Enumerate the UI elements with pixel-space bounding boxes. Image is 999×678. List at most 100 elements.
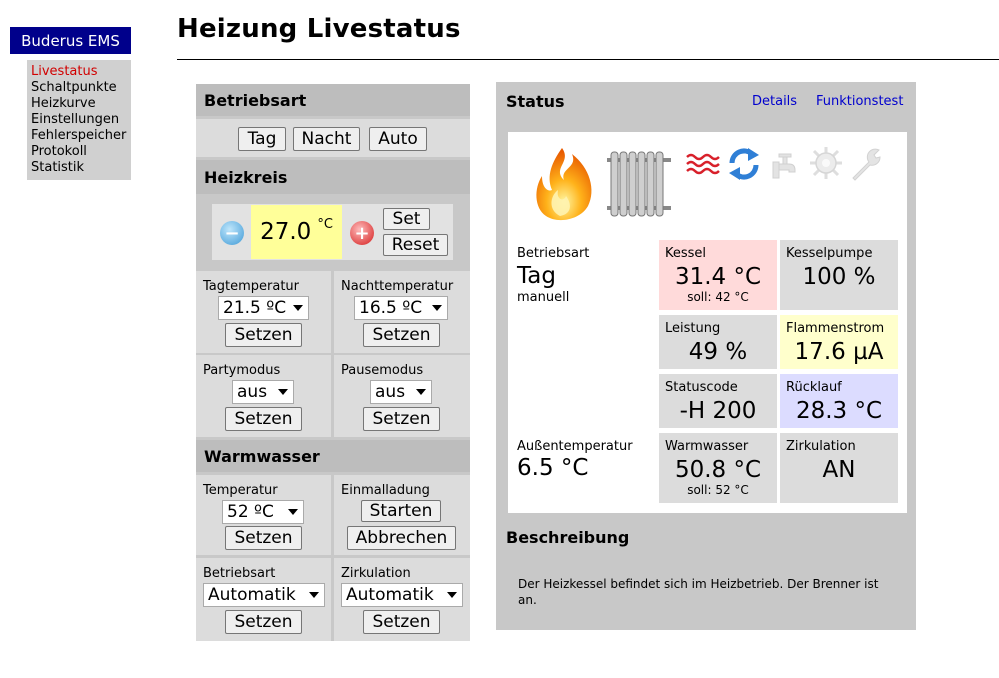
pausemodus-value: aus <box>375 382 406 402</box>
status-betriebsart-label: Betriebsart <box>517 246 590 261</box>
ww-betriebsart-select[interactable]: Automatik <box>203 583 325 607</box>
betriebsart-cell: Tag Nacht Auto <box>196 119 470 157</box>
chevron-down-icon <box>278 389 288 395</box>
nav-item-statistik[interactable]: Statistik <box>31 160 131 176</box>
nachttemperatur-setzen-button[interactable]: Setzen <box>363 323 440 347</box>
ww-temperatur-label: Temperatur <box>203 483 278 498</box>
kesselpumpe-box: Kesselpumpe 100 % <box>780 240 898 310</box>
kessel-value: 31.4 °C <box>674 264 762 290</box>
zirkulation-status-label: Zirkulation <box>786 439 856 454</box>
page-title: Heizung Livestatus <box>177 14 461 44</box>
tagtemperatur-select[interactable]: 21.5 ºC <box>218 296 309 320</box>
flammenstrom-value: 17.6 µA <box>794 339 884 365</box>
wrench-icon <box>852 148 881 181</box>
aussentemperatur-value: 6.5 °C <box>517 455 589 481</box>
ww-betriebsart-cell: Betriebsart Automatik Setzen <box>196 558 331 641</box>
tag-button[interactable]: Tag <box>238 127 286 151</box>
pausemodus-select[interactable]: aus <box>370 380 432 404</box>
warmwasser-soll: soll: 52 °C <box>687 483 749 497</box>
leistung-value: 49 % <box>688 339 748 365</box>
kessel-soll: soll: 42 °C <box>687 290 749 304</box>
ww-temperatur-cell: Temperatur 52 ºC Setzen <box>196 475 331 555</box>
details-link[interactable]: Details <box>752 94 797 109</box>
status-betriebsart-value: Tag <box>517 263 556 289</box>
sidebar-nav: Livestatus Schaltpunkte Heizkurve Einste… <box>27 60 131 180</box>
pausemodus-label: Pausemodus <box>341 363 424 378</box>
brand-logo[interactable]: Buderus EMS <box>10 27 131 54</box>
ruecklauf-label: Rücklauf <box>786 380 842 395</box>
flammenstrom-label: Flammenstrom <box>786 321 885 336</box>
nacht-button[interactable]: Nacht <box>293 127 360 151</box>
partymodus-setzen-button[interactable]: Setzen <box>225 407 302 431</box>
flame-icon <box>536 148 592 221</box>
warmwasser-box: Warmwasser 50.8 °C soll: 52 °C <box>659 433 777 503</box>
minus-icon[interactable]: − <box>220 221 244 245</box>
tagtemperatur-value: 21.5 ºC <box>223 298 287 318</box>
radiator-icon <box>607 151 671 217</box>
leistung-box: Leistung 49 % <box>659 315 777 369</box>
partymodus-value: aus <box>237 382 268 402</box>
flammenstrom-box: Flammenstrom 17.6 µA <box>780 315 898 369</box>
nachttemperatur-select[interactable]: 16.5 ºC <box>354 296 448 320</box>
heizkreis-temp-unit: °C <box>317 216 333 232</box>
ruecklauf-box: Rücklauf 28.3 °C <box>780 374 898 428</box>
nav-item-fehlerspeicher[interactable]: Fehlerspeicher <box>31 128 131 144</box>
set-button[interactable]: Set <box>383 208 430 230</box>
kessel-label: Kessel <box>665 246 707 261</box>
reset-button[interactable]: Reset <box>383 234 448 256</box>
ww-temperatur-setzen-button[interactable]: Setzen <box>225 526 302 550</box>
ww-betriebsart-value: Automatik <box>208 585 296 605</box>
status-betriebsart-sub: manuell <box>517 290 570 305</box>
kesselpumpe-value: 100 % <box>802 264 876 290</box>
pausemodus-setzen-button[interactable]: Setzen <box>363 407 440 431</box>
plus-icon[interactable]: + <box>350 221 374 245</box>
warmwasser-value: 50.8 °C <box>674 457 762 483</box>
kessel-box: Kessel 31.4 °C soll: 42 °C <box>659 240 777 310</box>
partymodus-select[interactable]: aus <box>232 380 294 404</box>
ww-betriebsart-label: Betriebsart <box>203 566 276 581</box>
section-header-warmwasser: Warmwasser <box>196 440 470 472</box>
nav-item-livestatus[interactable]: Livestatus <box>31 64 131 80</box>
ww-betriebsart-setzen-button[interactable]: Setzen <box>225 610 302 634</box>
heat-waves-icon <box>686 153 720 175</box>
chevron-down-icon <box>447 592 457 598</box>
tap-icon <box>772 153 796 179</box>
einmalladung-label: Einmalladung <box>341 483 430 498</box>
tagtemperatur-label: Tagtemperatur <box>203 279 300 294</box>
partymodus-label: Partymodus <box>203 363 281 378</box>
zirkulation-label: Zirkulation <box>341 566 411 581</box>
ww-temperatur-select[interactable]: 52 ºC <box>222 500 304 524</box>
statuscode-label: Statuscode <box>665 380 738 395</box>
section-header-betriebsart: Betriebsart <box>196 84 470 116</box>
starten-button[interactable]: Starten <box>361 500 441 522</box>
heizkreis-temp-value: 27.0 <box>260 219 312 245</box>
nav-item-protokoll[interactable]: Protokoll <box>31 144 131 160</box>
nav-item-einstellungen[interactable]: Einstellungen <box>31 112 131 128</box>
nav-item-schaltpunkte[interactable]: Schaltpunkte <box>31 80 131 96</box>
circulation-arrows-icon <box>729 148 759 180</box>
auto-button[interactable]: Auto <box>369 127 427 151</box>
status-title: Status <box>506 92 565 111</box>
zirkulation-select[interactable]: Automatik <box>341 583 463 607</box>
chevron-down-icon <box>293 305 303 311</box>
nav-item-heizkurve[interactable]: Heizkurve <box>31 96 131 112</box>
section-header-heizkreis: Heizkreis <box>196 160 470 194</box>
nachttemperatur-label: Nachttemperatur <box>341 279 454 294</box>
heizkreis-setpoint-box: − 27.0 °C + Set Reset <box>212 204 453 260</box>
warmwasser-label: Warmwasser <box>665 439 749 454</box>
chevron-down-icon <box>309 592 319 598</box>
zirkulation-status-value: AN <box>822 457 856 483</box>
zirkulation-setzen-button[interactable]: Setzen <box>363 610 440 634</box>
abbrechen-button[interactable]: Abbrechen <box>347 526 456 550</box>
ruecklauf-value: 28.3 °C <box>795 398 883 424</box>
pausemodus-cell: Pausemodus aus Setzen <box>334 355 470 437</box>
tagtemperatur-setzen-button[interactable]: Setzen <box>225 323 302 347</box>
heizkreis-temp-display: 27.0 °C <box>251 205 342 259</box>
nachttemperatur-cell: Nachttemperatur 16.5 ºC Setzen <box>334 271 470 353</box>
sun-gear-icon <box>810 147 842 179</box>
statuscode-box: Statuscode -H 200 <box>659 374 777 428</box>
funktionstest-link[interactable]: Funktionstest <box>816 94 903 109</box>
zirkulation-cell: Zirkulation Automatik Setzen <box>334 558 470 641</box>
zirkulation-box: Zirkulation AN <box>780 433 898 503</box>
aussentemperatur-label: Außentemperatur <box>517 439 633 454</box>
